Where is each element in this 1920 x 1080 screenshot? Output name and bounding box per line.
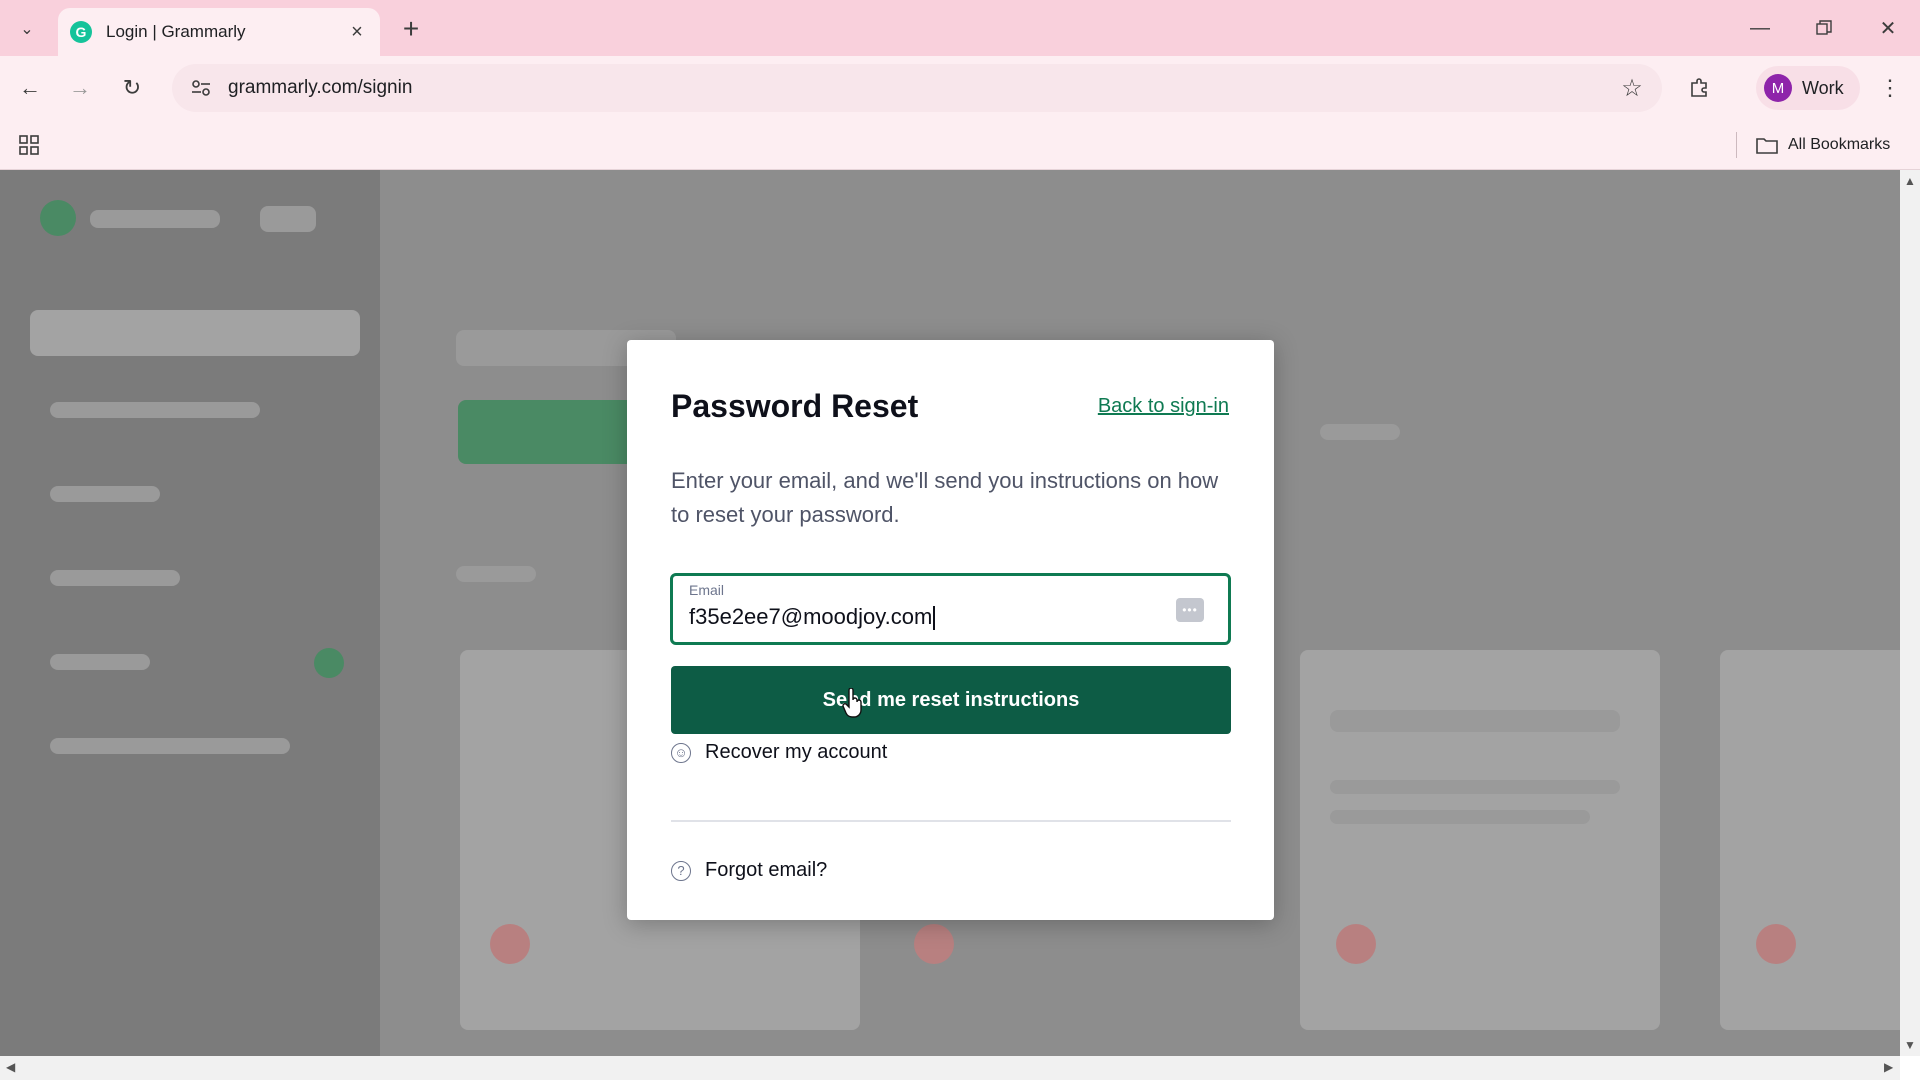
email-label: Email <box>689 582 725 598</box>
scroll-left-icon[interactable]: ◀ <box>6 1060 15 1074</box>
background-filter <box>1320 424 1400 440</box>
all-bookmarks-button[interactable]: All Bookmarks <box>1756 130 1890 160</box>
kebab-menu-icon: ⋮ <box>1879 75 1901 100</box>
background-card <box>1300 650 1660 1030</box>
recover-account-link[interactable]: ☺ Recover my account <box>671 741 887 764</box>
options-divider <box>671 820 1231 822</box>
arrow-left-icon: ← <box>19 75 41 100</box>
back-to-sign-in-link[interactable]: Back to sign-in <box>1098 395 1229 418</box>
close-icon[interactable]: × <box>346 21 368 43</box>
site-settings-icon[interactable] <box>186 73 216 103</box>
tab-title: Login | Grammarly <box>106 22 246 41</box>
forgot-email-label: Forgot email? <box>705 859 828 881</box>
hand-pointer-icon <box>842 688 862 718</box>
new-tab-button[interactable]: + <box>394 12 428 46</box>
scroll-right-icon[interactable]: ▶ <box>1884 1060 1893 1074</box>
apps-grid-icon <box>19 135 39 155</box>
background-badge <box>260 206 316 232</box>
background-avatar <box>1756 924 1796 964</box>
bookmarks-bar: All Bookmarks <box>0 120 1920 170</box>
vertical-scrollbar[interactable]: ▲ ▼ <box>1900 170 1920 1056</box>
background-card-text <box>1330 780 1620 794</box>
send-reset-instructions-button[interactable]: Send me reset instructions <box>671 666 1231 734</box>
puzzle-icon <box>1691 78 1707 97</box>
minimize-button[interactable]: — <box>1738 8 1782 48</box>
background-sidebar <box>0 170 380 1056</box>
question-circle-icon: ? <box>671 860 691 881</box>
background-avatar <box>1336 924 1376 964</box>
forgot-email-link[interactable]: ? Forgot email? <box>671 859 827 882</box>
arrow-right-icon: → <box>69 75 91 100</box>
tab-search-button[interactable]: ⌄ <box>10 12 44 46</box>
background-nav-item <box>50 402 260 418</box>
email-input[interactable]: f35e2ee7@moodjoy.com <box>689 604 936 631</box>
background-nav-item <box>50 486 160 502</box>
background-nav-item <box>50 738 290 754</box>
background-logo <box>40 200 76 236</box>
browser-menu-button[interactable]: ⋮ <box>1872 70 1908 106</box>
background-avatar <box>914 924 954 964</box>
recover-account-label: Recover my account <box>705 741 888 763</box>
url-text[interactable]: grammarly.com/signin <box>228 77 1614 99</box>
folder-icon <box>1756 138 1778 154</box>
background-logo-text <box>90 210 220 228</box>
text-caret <box>933 606 936 631</box>
bookmarks-divider <box>1736 132 1737 158</box>
scroll-down-icon[interactable]: ▼ <box>1904 1038 1916 1052</box>
tab-strip: ⌄ G Login | Grammarly × + — ✕ <box>0 0 1920 56</box>
reload-icon: ↻ <box>122 75 142 100</box>
browser-toolbar: ← → ↻ grammarly.com/signin ☆ M Work ⋮ <box>0 56 1920 120</box>
background-card-text <box>1330 810 1590 824</box>
reload-button[interactable]: ↻ <box>114 70 150 106</box>
apps-button[interactable] <box>14 130 44 160</box>
background-avatar <box>490 924 530 964</box>
email-value: f35e2ee7@moodjoy.com <box>689 604 933 629</box>
restore-icon <box>1816 20 1832 35</box>
scroll-up-icon[interactable]: ▲ <box>1904 174 1916 188</box>
dialog-title: Password Reset <box>671 388 919 424</box>
background-dot <box>314 648 344 678</box>
back-button[interactable]: ← <box>12 70 48 106</box>
minimize-icon: — <box>1750 16 1770 39</box>
dialog-description: Enter your email, and we'll send you ins… <box>671 468 1219 527</box>
background-card <box>1720 650 1900 1030</box>
profile-button[interactable]: M Work <box>1756 66 1860 110</box>
forward-button[interactable]: → <box>62 70 98 106</box>
extensions-button[interactable] <box>1682 70 1718 106</box>
avatar: M <box>1764 74 1792 102</box>
plus-icon: + <box>402 13 420 44</box>
smiley-icon: ☺ <box>671 742 691 763</box>
browser-tab[interactable]: G Login | Grammarly × <box>58 8 380 56</box>
background-label <box>456 566 536 582</box>
chevron-down-icon: ⌄ <box>20 21 34 38</box>
background-nav-item <box>30 310 360 356</box>
restore-button[interactable] <box>1802 8 1846 48</box>
profile-name: Work <box>1802 77 1844 98</box>
grammarly-g-icon: G <box>70 21 92 43</box>
background-card-title <box>1330 710 1620 732</box>
background-nav-item <box>50 570 180 586</box>
address-bar[interactable]: grammarly.com/signin ☆ <box>172 64 1662 112</box>
email-field[interactable]: Email f35e2ee7@moodjoy.com ••• <box>670 573 1231 645</box>
password-reset-dialog: Password Reset Back to sign-in Enter you… <box>627 340 1274 920</box>
close-icon: ✕ <box>1879 17 1897 40</box>
password-manager-icon[interactable]: ••• <box>1176 598 1204 622</box>
horizontal-scrollbar[interactable]: ◀ ▶ <box>0 1056 1900 1080</box>
window-close-button[interactable]: ✕ <box>1866 8 1910 48</box>
all-bookmarks-label: All Bookmarks <box>1788 136 1891 153</box>
background-nav-item <box>50 654 150 670</box>
bookmark-star-icon[interactable]: ☆ <box>1614 70 1650 106</box>
